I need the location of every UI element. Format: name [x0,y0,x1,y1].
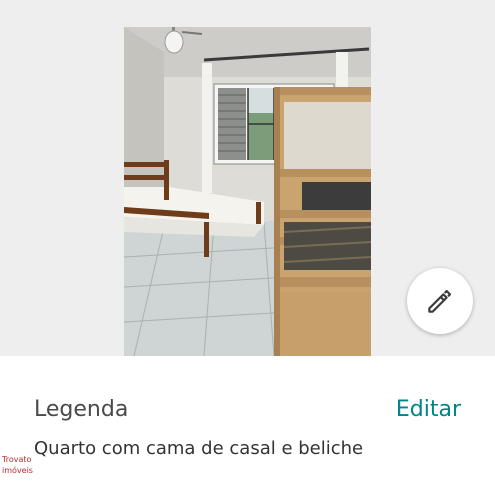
watermark-logo: Trovato imóveis [2,454,33,476]
caption-text: Quarto com cama de casal e beliche [34,438,364,459]
photo-container [0,0,495,356]
room-photo [124,27,371,356]
caption-title: Legenda [34,397,129,422]
edit-photo-button[interactable] [407,268,473,334]
edit-caption-button[interactable]: Editar [396,397,461,422]
watermark-line-1: Trovato [2,455,32,464]
watermark-line-2: imóveis [2,466,33,475]
pencil-icon [428,289,452,313]
